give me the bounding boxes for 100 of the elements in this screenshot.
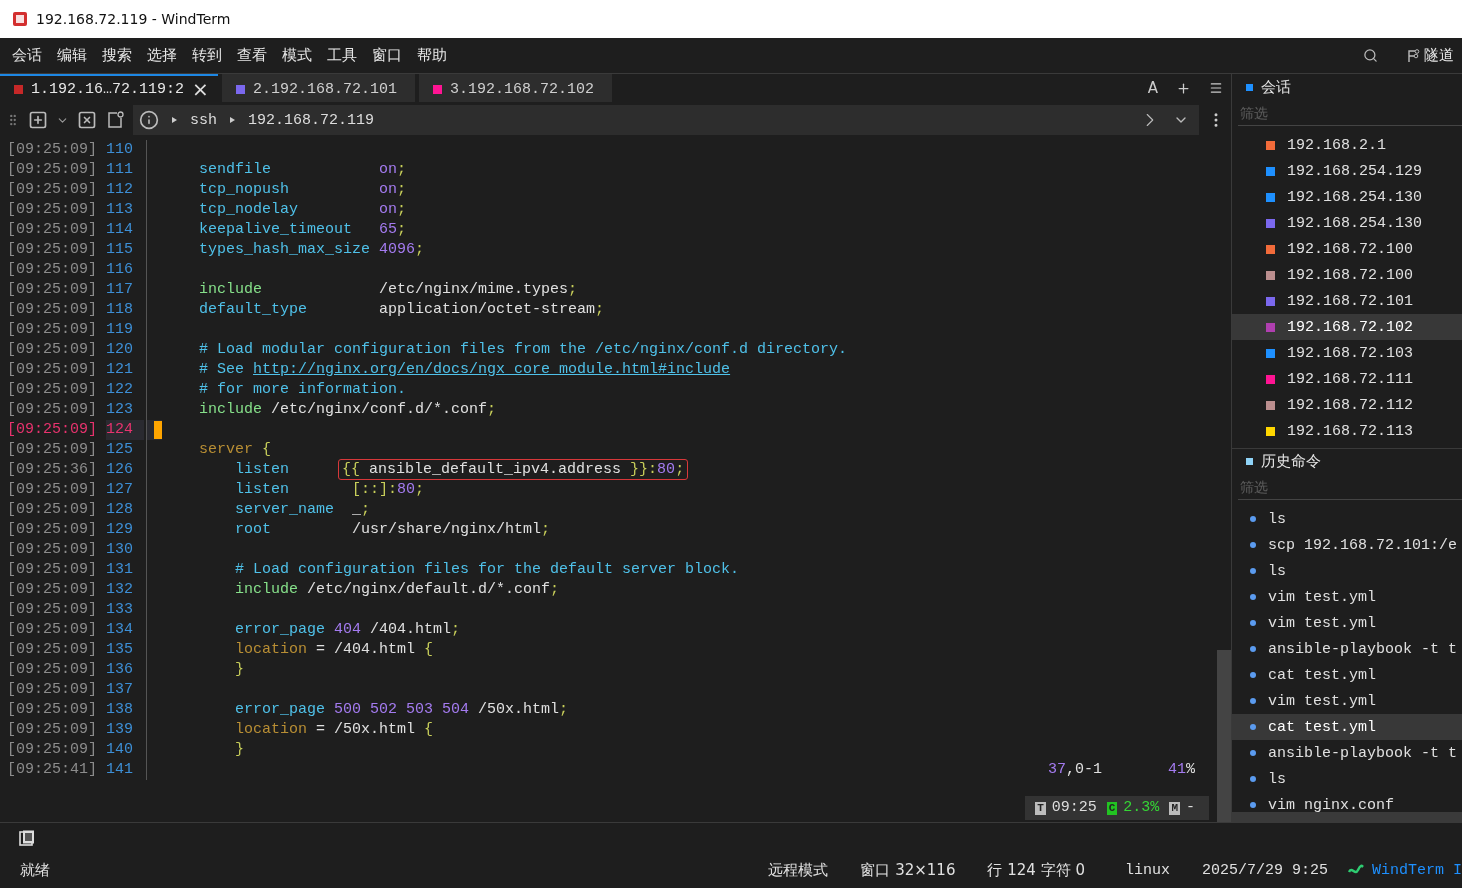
session-item[interactable]: 192.168.254.130 (1232, 210, 1462, 236)
timestamp: [09:25:09] (6, 300, 98, 320)
timestamp: [09:25:09] (6, 240, 98, 260)
code-line: # See http://nginx.org/en/docs/ngx_core_module.html#include (198, 360, 731, 380)
timestamp: [09:25:09] (6, 400, 98, 420)
menu-item[interactable]: 搜索 (102, 46, 132, 65)
history-item[interactable]: vim test.yml (1232, 584, 1462, 610)
history-item[interactable]: vim test.yml (1232, 610, 1462, 636)
code-line: include /etc/nginx/default.d/*.conf; (234, 580, 560, 600)
cursor (154, 421, 162, 439)
monitor-key: C (1106, 801, 1118, 815)
code-line: # for more information. (198, 380, 407, 400)
tab[interactable]: 2.192.168.72.101 (222, 74, 415, 102)
history-item[interactable]: scp 192.168.72.101:/e (1232, 532, 1462, 558)
menu-item[interactable]: 转到 (192, 46, 222, 65)
menu-item[interactable]: 工具 (327, 46, 357, 65)
close-button[interactable]: × (192, 79, 209, 99)
timestamp: [09:25:09] (6, 420, 98, 440)
line-number: 113 (106, 200, 134, 220)
timestamp: [09:25:09] (6, 640, 98, 660)
scroll-percent: 41% (1167, 760, 1195, 780)
history-item[interactable]: vim nginx.conf (1232, 792, 1462, 812)
timestamp: [09:25:09] (6, 620, 98, 640)
breadcrumb-item[interactable]: 192.168.72.119 (248, 111, 375, 129)
status-item: linux (1124, 861, 1170, 879)
session-item[interactable]: 192.168.72.100 (1232, 236, 1462, 262)
history-item[interactable]: ls (1232, 558, 1462, 584)
session-item[interactable]: 192.168.72.102 (1232, 314, 1462, 340)
timestamp: [09:25:09] (6, 660, 98, 680)
cursor-position: 37,0-1 (1047, 760, 1102, 780)
scrollbar-thumb[interactable] (1217, 650, 1231, 822)
close-session-icon[interactable] (77, 110, 97, 130)
line-number: 112 (106, 180, 134, 200)
menu-item[interactable]: 会话 (12, 46, 42, 65)
panel-icon[interactable] (18, 828, 36, 847)
line-number: 141 (106, 760, 134, 780)
menu-item[interactable]: 选择 (147, 46, 177, 65)
line-number: 138 (106, 700, 134, 720)
timestamp: [09:25:09] (6, 480, 98, 500)
menu-item[interactable]: 查看 (237, 46, 267, 65)
code-line: server_name _; (234, 500, 371, 520)
session-item[interactable]: 192.168.254.129 (1232, 158, 1462, 184)
timestamp: [09:25:09] (6, 520, 98, 540)
history-item[interactable]: ls (1232, 766, 1462, 792)
font-button[interactable]: A (1147, 74, 1158, 102)
timestamp: [09:25:09] (6, 580, 98, 600)
session-item[interactable]: 192.168.72.113 (1232, 418, 1462, 444)
code-line: include /etc/nginx/mime.types; (198, 280, 578, 300)
session-item[interactable]: 192.168.72.112 (1232, 392, 1462, 418)
session-item[interactable]: 192.168.72.101 (1232, 288, 1462, 314)
timestamp: [09:25:09] (6, 560, 98, 580)
timestamp: [09:25:09] (6, 600, 98, 620)
timestamp: [09:25:36] (6, 460, 98, 480)
history-item[interactable]: vim test.yml (1232, 688, 1462, 714)
line-number: 121 (106, 360, 134, 380)
history-item[interactable]: cat test.yml (1232, 714, 1462, 740)
timestamp: [09:25:09] (6, 700, 98, 720)
tab[interactable]: 3.192.168.72.102 (419, 74, 612, 102)
monitor-value: 2.3% (1123, 798, 1160, 818)
triangle-icon (229, 116, 236, 124)
code-line: } (234, 660, 244, 680)
timestamp: [09:25:09] (6, 380, 98, 400)
code-line: location = /50x.html { (234, 720, 434, 740)
session-dot-icon[interactable] (105, 110, 125, 130)
menu-item[interactable]: 窗口 (372, 46, 402, 65)
code-line: root /usr/share/nginx/html; (234, 520, 551, 540)
filter-field[interactable]: 筛选 (1238, 474, 1462, 500)
line-number: 123 (106, 400, 134, 420)
square-icon (1246, 83, 1253, 91)
line-number: 139 (106, 720, 134, 740)
line-number: 119 (106, 320, 134, 340)
menu-item[interactable]: 模式 (282, 46, 312, 65)
brand-label: WindTerm I (1348, 861, 1462, 879)
new-session-icon[interactable] (28, 110, 48, 130)
panel-title: 历史命令 (1261, 452, 1321, 471)
history-item[interactable]: ansible-playbook -t t (1232, 636, 1462, 662)
session-item[interactable]: 192.168.72.111 (1232, 366, 1462, 392)
info-icon[interactable] (139, 110, 159, 130)
menu-item[interactable]: 编辑 (57, 46, 87, 65)
code-line: # Load configuration files for the default server block. (234, 560, 740, 580)
session-item[interactable]: 192.168.254.130 (1232, 184, 1462, 210)
line-number: 136 (106, 660, 134, 680)
session-item[interactable]: 192.168.72.103 (1232, 340, 1462, 366)
tunnel-button[interactable]: 隧道 (1407, 46, 1454, 65)
history-item[interactable]: ls (1232, 506, 1462, 532)
code-line: } (234, 740, 244, 760)
history-item[interactable]: ansible-playbook -t t (1232, 740, 1462, 766)
breadcrumb-item[interactable]: ssh (190, 111, 217, 129)
timestamp: [09:25:41] (6, 760, 98, 780)
filter-field[interactable]: 筛选 (1238, 100, 1462, 126)
session-item[interactable]: 192.168.72.100 (1232, 262, 1462, 288)
line-number: 118 (106, 300, 134, 320)
line-number: 128 (106, 500, 134, 520)
history-item[interactable]: cat test.yml (1232, 662, 1462, 688)
horizontal-scrollbar[interactable] (1232, 812, 1462, 822)
menu-item[interactable]: 帮助 (417, 46, 447, 65)
timestamp: [09:25:09] (6, 360, 98, 380)
code-line: keepalive_timeout 65; (198, 220, 407, 240)
search-icon[interactable] (1363, 48, 1378, 63)
session-item[interactable]: 192.168.2.1 (1232, 132, 1462, 158)
